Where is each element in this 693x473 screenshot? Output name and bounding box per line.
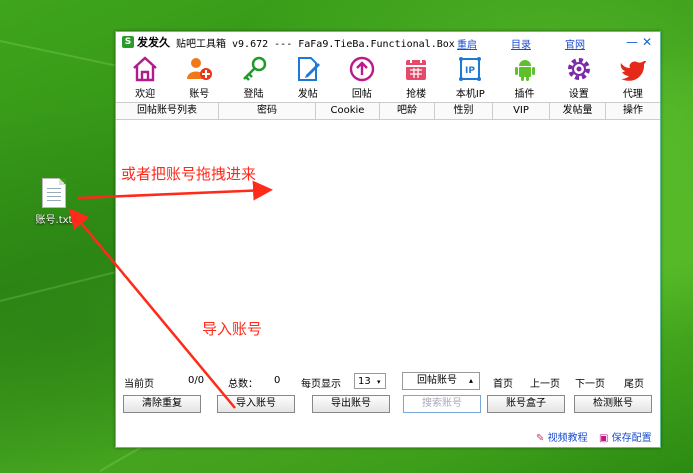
toolbar-label: 插件	[514, 89, 535, 100]
total-value: 0	[274, 375, 281, 386]
toolbar-label: 登陆	[243, 89, 264, 100]
desktop-file-label: 账号.txt	[35, 215, 73, 226]
per-page-label: 每页显示	[301, 379, 341, 390]
minimize-button[interactable]: —	[626, 35, 638, 49]
per-page-select[interactable]: 13 ▾	[354, 373, 386, 389]
column-header[interactable]: 发帖量	[550, 103, 606, 119]
video-tutorial-link[interactable]: ✎ 视频教程	[536, 429, 588, 444]
app-logo-icon: S	[122, 36, 134, 48]
toolbar-label: 代理	[622, 89, 643, 100]
toolbar-reply[interactable]: 回帖	[335, 52, 389, 102]
drag-hint-annotation: 或者把账号拖拽进来	[121, 165, 257, 183]
toolbar-label: 抢楼	[406, 89, 427, 100]
account-type-select[interactable]: 回帖账号 ▴	[402, 372, 480, 390]
txt-file-icon	[42, 178, 66, 208]
toolbar-label: 欢迎	[135, 89, 156, 100]
toolbar-local-ip[interactable]: IP 本机IP	[443, 52, 497, 102]
toolbar-grab-floor[interactable]: 抢楼	[389, 52, 443, 102]
bird-icon	[620, 61, 646, 81]
toolbar-proxy[interactable]: 代理	[606, 52, 660, 102]
column-header[interactable]: 回帖账号列表	[116, 103, 219, 119]
save-config-link[interactable]: ▣ 保存配置	[599, 429, 652, 444]
account-list[interactable]	[116, 120, 660, 370]
toolbar-label: 账号	[189, 89, 210, 100]
home-icon	[133, 56, 157, 82]
check-accounts-button[interactable]: 检测账号	[574, 395, 652, 413]
toolbar-label: 本机IP	[455, 89, 485, 100]
toolbar-post[interactable]: 发帖	[281, 52, 335, 102]
android-icon	[514, 60, 535, 81]
toolbar-label: 设置	[568, 89, 589, 100]
video-tutorial-label: 视频教程	[547, 433, 588, 444]
directory-link[interactable]: 目录	[511, 36, 531, 51]
toolbar-label: 回帖	[351, 89, 372, 100]
import-hint-annotation: 导入账号	[202, 320, 263, 338]
key-icon	[242, 56, 266, 81]
import-accounts-button[interactable]: 导入账号	[217, 395, 295, 413]
desktop-file-icon[interactable]: 账号.txt	[32, 178, 76, 226]
website-link[interactable]: 官网	[565, 36, 585, 51]
column-header[interactable]: 密码	[219, 103, 316, 119]
chevron-down-icon: ▾	[377, 378, 381, 386]
last-page-button[interactable]: 尾页	[624, 375, 644, 390]
per-page-value: 13	[358, 376, 371, 387]
toolbar-welcome[interactable]: 欢迎	[118, 52, 172, 102]
current-page-value: 0/0	[188, 375, 205, 386]
action-bar: 清除重复 导入账号 导出账号 搜索账号 账号盒子 检测账号	[116, 392, 660, 418]
column-header[interactable]: 性别	[435, 103, 493, 119]
save-icon: ▣	[599, 433, 609, 444]
app-window: S 发发久 贴吧工具箱 v9.672 --- FaFa9.TieBa.Funct…	[115, 31, 661, 448]
ip-icon: IP	[459, 57, 482, 81]
window-subtitle: 贴吧工具箱 v9.672 --- FaFa9.TieBa.Functional.…	[176, 38, 455, 50]
chevron-up-icon: ▴	[469, 376, 474, 385]
column-header[interactable]: 操作	[606, 103, 660, 119]
current-page-label: 当前页	[124, 379, 154, 390]
export-accounts-button[interactable]: 导出账号	[312, 395, 390, 413]
gear-icon	[567, 58, 590, 80]
save-config-label: 保存配置	[611, 433, 652, 444]
column-header[interactable]: VIP	[493, 103, 550, 119]
clear-duplicates-button[interactable]: 清除重复	[123, 395, 201, 413]
toolbar-plugins[interactable]: 插件	[497, 52, 551, 102]
calendar-icon	[406, 58, 427, 80]
reply-icon	[349, 56, 375, 82]
restart-link[interactable]: 重启	[457, 36, 477, 51]
account-type-value: 回帖账号	[417, 375, 457, 386]
toolbar-account[interactable]: 账号	[172, 52, 226, 102]
account-box-button[interactable]: 账号盒子	[487, 395, 565, 413]
toolbar-label: 发帖	[297, 89, 318, 100]
toolbar-settings[interactable]: 设置	[552, 52, 606, 102]
app-name: 发发久	[137, 36, 170, 49]
svg-text:IP: IP	[465, 66, 475, 76]
close-button[interactable]: ✕	[642, 35, 652, 49]
first-page-button[interactable]: 首页	[493, 375, 513, 390]
search-accounts-input[interactable]: 搜索账号	[403, 395, 481, 413]
next-page-button[interactable]: 下一页	[575, 375, 605, 390]
prev-page-button[interactable]: 上一页	[530, 375, 560, 390]
toolbar-login[interactable]: 登陆	[226, 52, 280, 102]
pager-bar: 当前页 0/0 总数： 0 每页显示 13 ▾ 回帖账号 ▴ 首页 上一页 下一页 …	[116, 370, 660, 392]
column-header[interactable]: Cookie	[316, 103, 380, 119]
title-bar: S 发发久 贴吧工具箱 v9.672 --- FaFa9.TieBa.Funct…	[116, 32, 660, 52]
edit-doc-icon	[297, 57, 320, 81]
total-label: 总数：	[228, 379, 258, 390]
column-header[interactable]: 吧龄	[380, 103, 435, 119]
user-add-icon	[187, 58, 213, 80]
pencil-icon: ✎	[536, 433, 545, 444]
account-table-header: 回帖账号列表 密码 Cookie 吧龄 性别 VIP 发帖量 操作	[116, 102, 660, 120]
toolbar: 欢迎 账号 登陆 发帖 回帖 抢楼 IP 本机IP 插件 设置 代理	[116, 52, 660, 102]
